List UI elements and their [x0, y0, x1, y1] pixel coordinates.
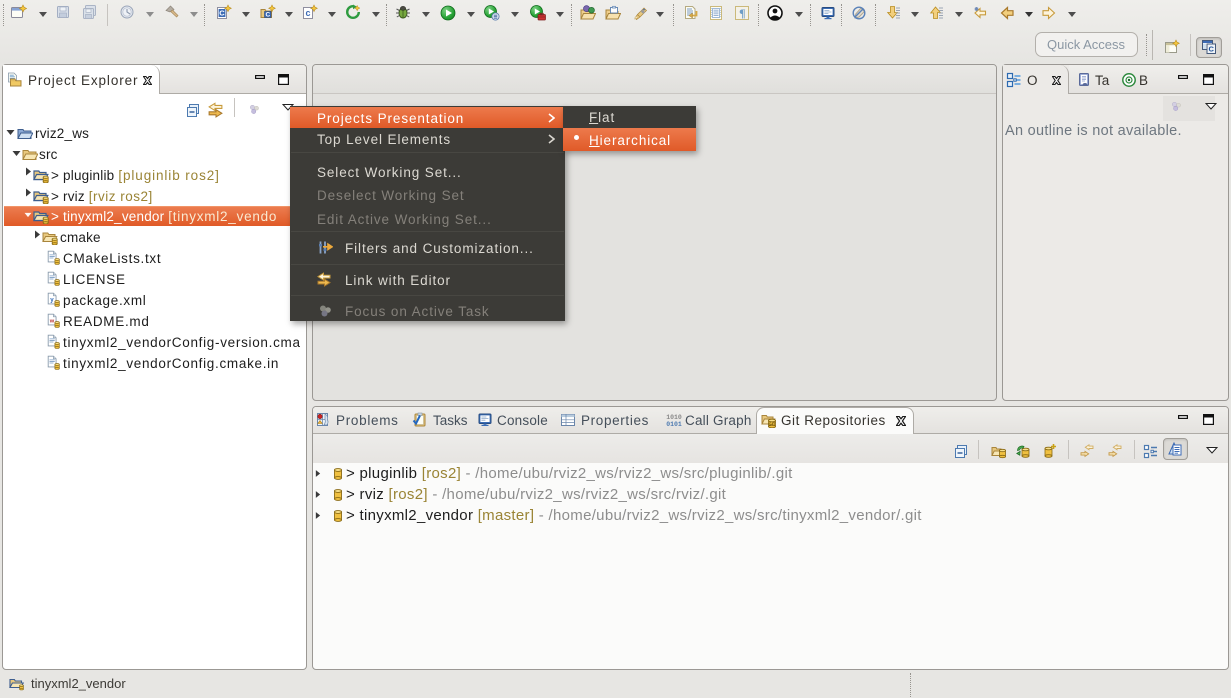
svg-text:GIT: GIT [769, 421, 776, 426]
svg-text:0101: 0101 [666, 421, 682, 428]
svg-text:C: C [1208, 45, 1214, 54]
svg-text:1010: 1010 [666, 414, 682, 421]
svg-text:w: w [49, 319, 55, 325]
svg-text:C: C [219, 9, 225, 18]
svg-text:¶: ¶ [739, 6, 745, 20]
svg-text:y: y [50, 297, 54, 304]
svg-text:c: c [305, 8, 310, 18]
svg-text:C: C [265, 12, 270, 19]
